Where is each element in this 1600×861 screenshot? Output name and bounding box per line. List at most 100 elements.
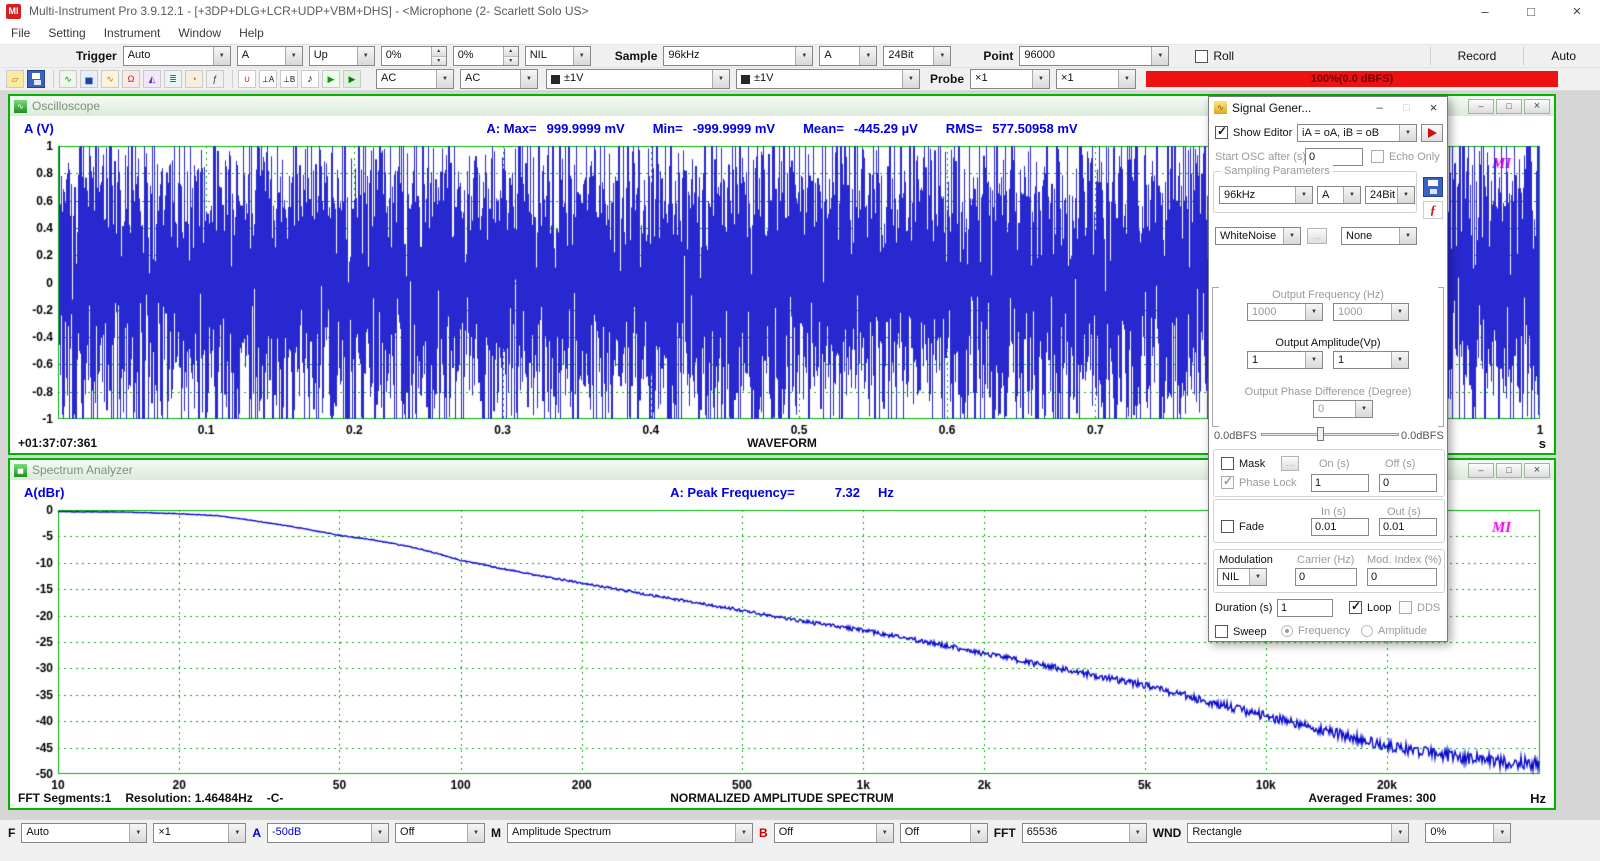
spin-up-icon[interactable]	[432, 47, 446, 57]
range-a-select[interactable]: ±1V	[546, 69, 730, 89]
minimize-icon[interactable]	[1468, 463, 1494, 478]
menu-instrument[interactable]: Instrument	[95, 26, 170, 40]
oscilloscope-icon[interactable]: ∿	[59, 70, 77, 88]
mask-on-input[interactable]: 1	[1311, 474, 1369, 492]
multimeter-icon[interactable]: Ω	[122, 70, 140, 88]
ddp-viewer-icon[interactable]: ◔	[185, 70, 203, 88]
show-editor-checkbox[interactable]: Show Editor	[1215, 126, 1292, 139]
sweep-frequency-radio[interactable]: Frequency	[1281, 625, 1350, 637]
generator-sampling-rate-select[interactable]: 96kHz	[1219, 186, 1313, 204]
coupling-a-select[interactable]: AC	[376, 69, 454, 89]
close-icon[interactable]	[1420, 97, 1447, 118]
carrier-input[interactable]: 0	[1295, 568, 1357, 586]
calibration-b-icon[interactable]: ⊥B	[280, 70, 298, 88]
phase-lock-checkbox[interactable]: Phase Lock	[1221, 476, 1296, 489]
frequency-b-select[interactable]: 1000	[1333, 303, 1409, 321]
trigger-delay-spinner[interactable]: 0%	[453, 46, 519, 66]
record-icon[interactable]: ▶	[343, 70, 361, 88]
mask-browse-button[interactable]: ...	[1281, 456, 1299, 471]
bit-depth-select[interactable]: 24Bit	[883, 46, 951, 66]
fade-out-input[interactable]: 0.01	[1379, 518, 1437, 536]
menu-help[interactable]: Help	[230, 26, 273, 40]
sound-volume-icon[interactable]: ♪	[301, 70, 319, 88]
auto-button[interactable]: Auto	[1535, 47, 1592, 65]
loop-checkbox[interactable]: Loop	[1349, 601, 1391, 614]
magnet-icon[interactable]: ∪	[238, 70, 256, 88]
fade-checkbox[interactable]: Fade	[1221, 520, 1264, 533]
waveform-b-select[interactable]: None	[1341, 227, 1417, 245]
generator-start-button[interactable]	[1421, 124, 1443, 142]
a-secondary-select[interactable]: Off	[395, 823, 485, 843]
close-icon[interactable]	[1554, 0, 1600, 22]
trigger-source-select[interactable]: A	[237, 46, 303, 66]
start-osc-input[interactable]: 0	[1305, 148, 1363, 166]
data-logger-icon[interactable]: ≣	[164, 70, 182, 88]
close-icon[interactable]	[1524, 463, 1550, 478]
coupling-b-select[interactable]: AC	[460, 69, 538, 89]
maximize-icon[interactable]	[1508, 0, 1554, 22]
menu-setting[interactable]: Setting	[39, 26, 94, 40]
minimize-icon[interactable]	[1468, 99, 1494, 114]
sweep-checkbox[interactable]: Sweep	[1215, 625, 1267, 638]
run-icon[interactable]: ▶	[322, 70, 340, 88]
routing-select[interactable]: iA = oA, iB = oB	[1297, 124, 1417, 142]
menu-file[interactable]: File	[2, 26, 39, 40]
amplitude-a-select[interactable]: 1	[1247, 351, 1323, 369]
frequency-axis-select[interactable]: Auto	[21, 823, 147, 843]
spectrum-analyzer-icon[interactable]: ▅	[80, 70, 98, 88]
fft-size-select[interactable]: 65536	[1022, 823, 1147, 843]
trigger-edge-select[interactable]: Up	[309, 46, 375, 66]
roll-checkbox[interactable]: Roll	[1195, 49, 1234, 63]
generator-channels-select[interactable]: A	[1317, 186, 1361, 204]
generator-bit-depth-select[interactable]: 24Bit	[1365, 186, 1415, 204]
spin-down-icon[interactable]	[504, 57, 518, 66]
frequency-multiplier-select[interactable]: ×1	[153, 823, 246, 843]
menu-window[interactable]: Window	[169, 26, 230, 40]
save-icon[interactable]	[27, 70, 45, 88]
slider-thumb[interactable]	[1317, 427, 1324, 441]
function-icon[interactable]	[1423, 201, 1443, 219]
minimize-icon[interactable]	[1366, 97, 1393, 118]
minimize-icon[interactable]	[1462, 0, 1508, 22]
amplitude-b-select[interactable]: 1	[1333, 351, 1409, 369]
overlap-select[interactable]: 0%	[1425, 823, 1511, 843]
spin-up-icon[interactable]	[504, 47, 518, 57]
mod-index-input[interactable]: 0	[1367, 568, 1437, 586]
trigger-mode-select[interactable]: Auto	[123, 46, 231, 66]
modulation-select[interactable]: NIL	[1217, 568, 1267, 586]
save-signal-icon[interactable]	[1423, 177, 1443, 197]
record-button[interactable]: Record	[1442, 47, 1513, 65]
range-b-select[interactable]: ±1V	[736, 69, 920, 89]
echo-only-checkbox[interactable]: Echo Only	[1371, 150, 1440, 163]
spectrum-3d-plot-icon[interactable]: ◭	[143, 70, 161, 88]
calibration-a-icon[interactable]: ⊥A	[259, 70, 277, 88]
trigger-frequency-rejection-select[interactable]: NIL	[525, 46, 591, 66]
sampling-channels-select[interactable]: A	[819, 46, 877, 66]
signal-generator-icon[interactable]: ∿	[101, 70, 119, 88]
probe-a-select[interactable]: ×1	[970, 69, 1050, 89]
open-file-icon[interactable]: ▱	[6, 70, 24, 88]
mask-checkbox[interactable]: Mask	[1221, 457, 1265, 470]
a-range-select[interactable]: -50dB	[267, 823, 389, 843]
spin-down-icon[interactable]	[432, 57, 446, 66]
trigger-level-spinner[interactable]: 0%	[381, 46, 447, 66]
waveform-browse-button[interactable]: ...	[1307, 228, 1327, 244]
probe-b-select[interactable]: ×1	[1056, 69, 1136, 89]
maximize-icon[interactable]	[1496, 99, 1522, 114]
window-titlebar[interactable]: MI Multi-Instrument Pro 3.9.12.1 - [+3DP…	[0, 0, 1600, 22]
phase-select[interactable]: 0	[1313, 400, 1373, 418]
b-secondary-select[interactable]: Off	[900, 823, 988, 843]
record-length-select[interactable]: 96000	[1019, 46, 1169, 66]
dds-checkbox[interactable]: DDS	[1399, 601, 1440, 614]
maximize-icon[interactable]	[1393, 97, 1420, 118]
signal-generator-titlebar[interactable]: Signal Gener...	[1209, 97, 1447, 118]
close-icon[interactable]	[1524, 99, 1550, 114]
derived-data-curve-icon[interactable]: ƒ	[206, 70, 224, 88]
fade-in-input[interactable]: 0.01	[1311, 518, 1369, 536]
waveform-a-select[interactable]: WhiteNoise	[1215, 227, 1301, 245]
amplitude-slider[interactable]	[1261, 427, 1399, 441]
window-function-select[interactable]: Rectangle	[1187, 823, 1409, 843]
sampling-rate-select[interactable]: 96kHz	[663, 46, 813, 66]
sweep-amplitude-radio[interactable]: Amplitude	[1361, 625, 1427, 637]
duration-input[interactable]: 1	[1277, 599, 1333, 617]
